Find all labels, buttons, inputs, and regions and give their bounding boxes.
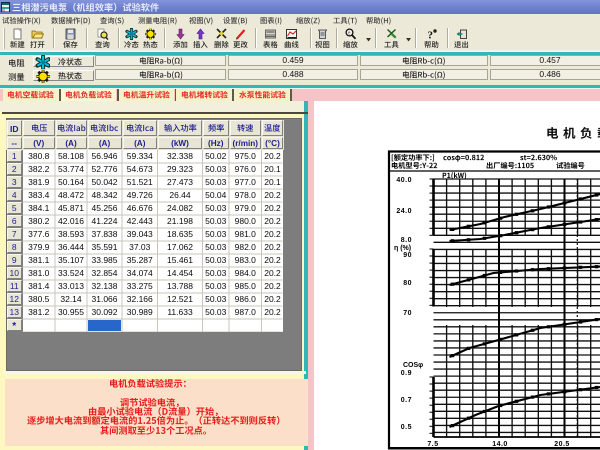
svg-text:e: e [348,31,351,37]
svg-text:?: ? [427,30,433,41]
